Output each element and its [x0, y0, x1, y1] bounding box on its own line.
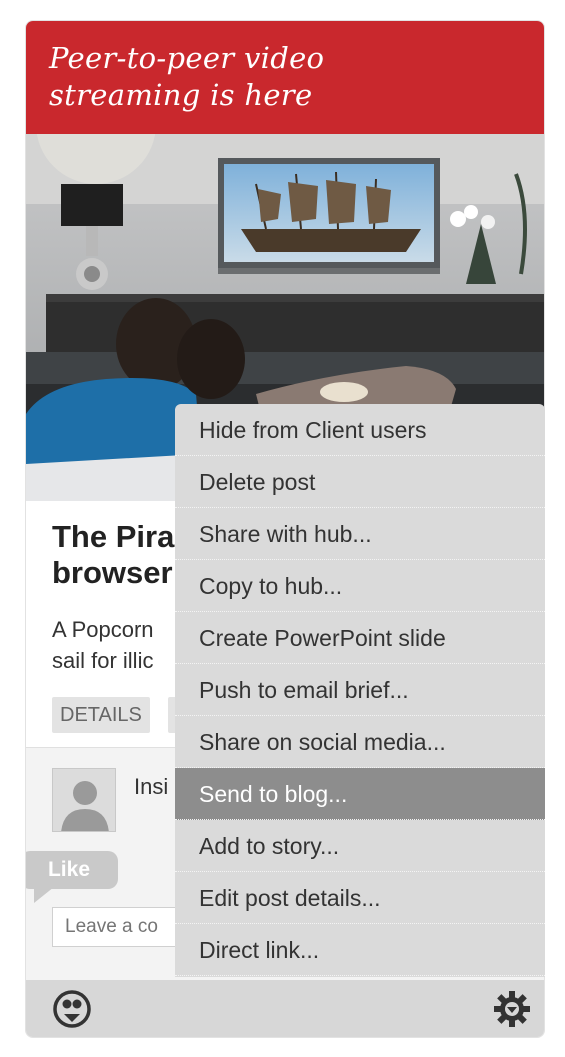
- menu-item-hide-from-client-users[interactable]: Hide from Client users: [175, 404, 545, 456]
- menu-item-direct-link[interactable]: Direct link...: [175, 924, 545, 976]
- menu-item-add-to-story[interactable]: Add to story...: [175, 820, 545, 872]
- like-bubble-tail: [34, 887, 54, 903]
- comment-author: Insi: [134, 774, 169, 799]
- like-button[interactable]: Like: [26, 851, 118, 889]
- menu-item-edit-post-details[interactable]: Edit post details...: [175, 872, 545, 924]
- share-hub-icon[interactable]: [52, 989, 92, 1029]
- user-silhouette-icon: [53, 769, 115, 831]
- menu-item-delete-post[interactable]: Delete post: [175, 456, 545, 508]
- menu-item-share-on-social-media[interactable]: Share on social media...: [175, 716, 545, 768]
- menu-item-create-powerpoint-slide[interactable]: Create PowerPoint slide: [175, 612, 545, 664]
- card-footer: [26, 980, 544, 1037]
- details-tag[interactable]: DETAILS: [52, 697, 150, 733]
- menu-item-share-with-hub[interactable]: Share with hub...: [175, 508, 545, 560]
- menu-item-copy-to-hub[interactable]: Copy to hub...: [175, 560, 545, 612]
- menu-item-push-to-email-brief[interactable]: Push to email brief...: [175, 664, 545, 716]
- banner-title: Peer-to-peer video streaming is here: [49, 41, 325, 112]
- menu-item-send-to-blog[interactable]: Send to blog...: [175, 768, 545, 820]
- post-actions-menu: Hide from Client users Delete post Share…: [175, 404, 545, 977]
- avatar: [52, 768, 116, 832]
- banner: Peer-to-peer video streaming is here: [26, 21, 544, 134]
- gear-icon[interactable]: [492, 989, 532, 1029]
